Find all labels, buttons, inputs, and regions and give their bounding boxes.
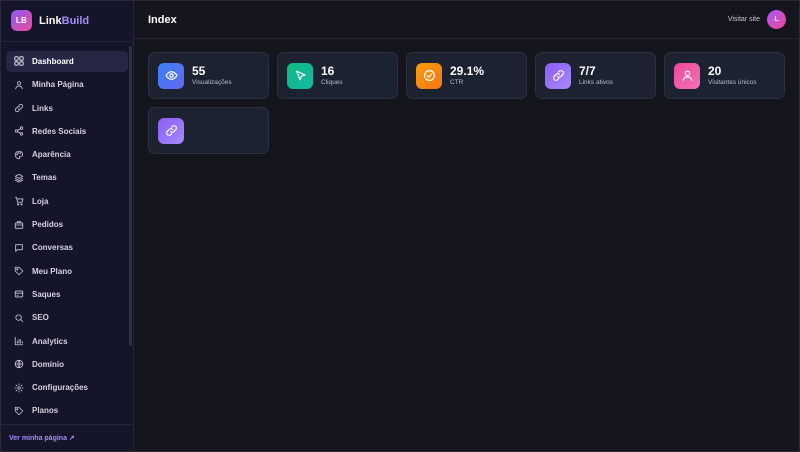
stat-label: Visitantes únicos: [708, 79, 757, 86]
stat-card: 20 Visitantes únicos: [664, 52, 785, 99]
chat-icon: [14, 243, 32, 253]
stat-value: 20: [708, 64, 722, 78]
link-icon: [14, 103, 32, 113]
stats-grid: 55 Visualizações 16 Cliques 29.1% CTR 7/7 Links…: [148, 52, 785, 154]
brand[interactable]: LB LinkBuild: [1, 1, 133, 42]
stat-value: 29.1%: [450, 64, 485, 78]
sidebar-item-loja[interactable]: Loja: [6, 191, 128, 212]
app-window: LB LinkBuild Dashboard Minha Página Links R…: [0, 0, 800, 452]
sidebar-item-saques[interactable]: Saques: [6, 284, 128, 305]
sidebar-item-aparencia[interactable]: Aparência: [6, 144, 128, 165]
visit-site-link[interactable]: Visitar site: [728, 16, 760, 23]
sidebar-item-label: Saques: [32, 289, 61, 299]
topbar: Index Visitar site L: [134, 1, 799, 39]
sidebar-item-label: Analytics: [32, 336, 68, 346]
layers-icon: [14, 173, 32, 183]
palette-icon: [14, 150, 32, 160]
share-icon: [14, 126, 32, 136]
sidebar-item-seo[interactable]: SEO: [6, 307, 128, 328]
brand-logo: LB: [11, 10, 32, 32]
stat-card-text: 20 Visitantes únicos: [708, 64, 757, 87]
main-area: Index Visitar site L 55 Visualizações 16 Cl…: [134, 1, 799, 451]
stat-label: Visualizações: [192, 79, 232, 86]
stat-card-text: 55 Visualizações: [192, 64, 232, 87]
sidebar-item-temas[interactable]: Temas: [6, 167, 128, 188]
globe-icon: [14, 359, 32, 369]
sidebar-item-configuracoes[interactable]: Configurações: [6, 377, 128, 398]
stat-label: Cliques: [321, 79, 343, 86]
sidebar-item-pedidos[interactable]: Pedidos: [6, 214, 128, 235]
stat-value: 55: [192, 64, 206, 78]
stat-card-text: 16 Cliques: [321, 64, 343, 87]
sidebar-scrollbar[interactable]: [129, 46, 132, 346]
tag-icon: [14, 406, 32, 416]
stat-card: 16 Cliques: [277, 52, 398, 99]
bar-chart-icon: [14, 336, 32, 346]
stat-card: 7/7 Links ativos: [535, 52, 656, 99]
avatar[interactable]: L: [767, 10, 786, 29]
sidebar-item-dominio[interactable]: Domínio: [6, 354, 128, 375]
brand-name-part-2: Build: [61, 14, 90, 27]
sidebar-item-dashboard[interactable]: Dashboard: [6, 50, 128, 72]
search-icon: [14, 313, 32, 323]
stat-card-text: 29.1% CTR: [450, 64, 485, 87]
sidebar-item-label: Dashboard: [32, 56, 74, 66]
sidebar-nav: Dashboard Minha Página Links Redes Sociais A…: [1, 42, 133, 424]
user-icon: [674, 62, 700, 89]
topbar-actions: Visitar site L: [728, 10, 786, 29]
link-icon: [545, 62, 571, 89]
cart-icon: [14, 196, 32, 206]
stat-card: [148, 107, 269, 154]
dashboard-content: 55 Visualizações 16 Cliques 29.1% CTR 7/7 Links…: [134, 39, 799, 167]
sidebar-item-redes-sociais[interactable]: Redes Sociais: [6, 121, 128, 142]
page-title: Index: [148, 13, 177, 26]
brand-name-part-1: Link: [39, 14, 62, 27]
brand-name: LinkBuild: [39, 15, 89, 27]
sidebar-item-analytics[interactable]: Analytics: [6, 331, 128, 352]
grid-icon: [14, 56, 32, 67]
sidebar-item-label: SEO: [32, 313, 49, 323]
eye-icon: [158, 62, 184, 89]
sidebar-item-label: Aparência: [32, 150, 71, 160]
sidebar-item-planos[interactable]: Planos: [6, 400, 128, 421]
gear-icon: [14, 383, 32, 393]
sidebar-item-label: Links: [32, 103, 53, 113]
sidebar-item-label: Domínio: [32, 359, 64, 369]
sidebar-item-label: Minha Página: [32, 80, 84, 90]
sidebar-item-label: Planos: [32, 406, 59, 416]
stat-card-text: 7/7 Links ativos: [579, 64, 613, 87]
check-circle-icon: [416, 62, 442, 89]
sidebar: LB LinkBuild Dashboard Minha Página Links R…: [1, 1, 134, 451]
sidebar-item-conversas[interactable]: Conversas: [6, 237, 128, 258]
user-icon: [14, 80, 32, 90]
sidebar-item-meu-plano[interactable]: Meu Plano: [6, 261, 128, 282]
stat-value: 7/7: [579, 64, 596, 78]
stat-card: 29.1% CTR: [406, 52, 527, 99]
sidebar-item-minha-pagina[interactable]: Minha Página: [6, 74, 128, 95]
package-icon: [14, 220, 32, 230]
stat-label: CTR: [450, 79, 464, 86]
sidebar-item-label: Configurações: [32, 383, 89, 393]
sidebar-item-label: Meu Plano: [32, 266, 73, 276]
sidebar-item-label: Redes Sociais: [32, 126, 87, 136]
sidebar-item-label: Temas: [32, 173, 57, 183]
sidebar-item-label: Conversas: [32, 243, 73, 253]
wallet-icon: [14, 289, 32, 299]
sidebar-item-label: Pedidos: [32, 220, 64, 230]
stat-card: 55 Visualizações: [148, 52, 269, 99]
sidebar-item-links[interactable]: Links: [6, 98, 128, 119]
tag-icon: [14, 266, 32, 276]
sidebar-item-label: Loja: [32, 196, 49, 206]
cursor-icon: [287, 62, 313, 89]
stat-value: 16: [321, 64, 335, 78]
stat-label: Links ativos: [579, 79, 613, 86]
view-my-page-link[interactable]: Ver minha página ↗: [1, 423, 133, 451]
link-icon: [158, 117, 184, 144]
